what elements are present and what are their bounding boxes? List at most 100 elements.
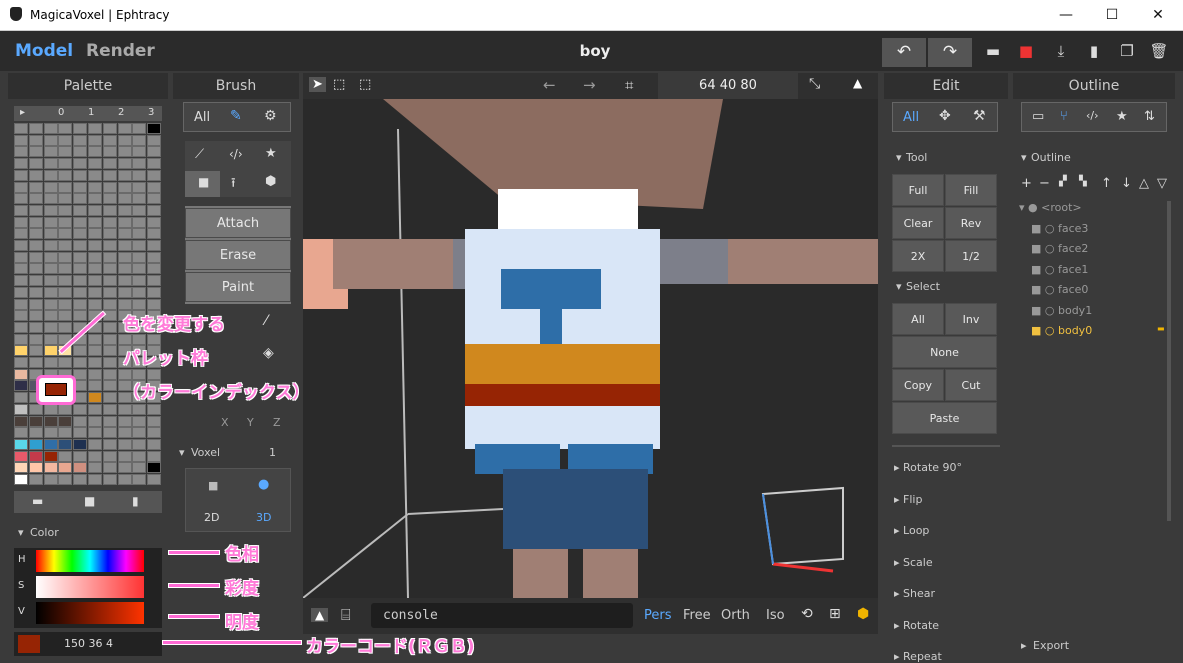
star-brush-icon[interactable]: ★ [265, 146, 277, 161]
palette-cell[interactable] [73, 123, 88, 134]
palette-cell[interactable] [117, 450, 132, 462]
palette-cell[interactable] [14, 357, 28, 368]
palette-cell[interactable] [43, 403, 58, 415]
palette-cell[interactable] [88, 450, 102, 462]
palette-cell[interactable] [147, 263, 162, 275]
palette-cell[interactable] [88, 123, 102, 134]
transform-icon[interactable]: ✥ [939, 108, 951, 124]
palette-cell[interactable] [28, 158, 43, 170]
palette-cell[interactable] [58, 181, 73, 193]
palette-cell[interactable] [88, 368, 102, 380]
value-slider[interactable] [36, 602, 144, 624]
palette-cell[interactable] [28, 321, 43, 333]
palette-cell[interactable] [58, 204, 73, 216]
view-pers[interactable]: Pers [644, 608, 672, 623]
outline-item[interactable]: ■ ○ face3 [1031, 222, 1171, 235]
palette-cell[interactable] [88, 193, 102, 205]
triangle-toggle-icon[interactable]: ▲ [311, 608, 329, 622]
palette-cell[interactable] [14, 251, 28, 263]
palette-cell[interactable] [147, 123, 162, 134]
palette-cell[interactable] [117, 415, 132, 427]
palette-cell[interactable] [88, 427, 102, 439]
line-brush-icon[interactable]: ⟋ [195, 147, 204, 162]
palette-cell[interactable] [88, 333, 102, 345]
palette-cell[interactable] [117, 158, 132, 170]
palette-cell[interactable] [28, 462, 43, 474]
face-brush-icon[interactable]: ⭱ [231, 174, 236, 196]
palette-cell[interactable] [132, 427, 147, 439]
palette-cell[interactable] [43, 263, 58, 275]
palette-cell[interactable] [117, 228, 132, 240]
palette-cell[interactable] [147, 204, 162, 216]
maximize-button[interactable]: ☐ [1089, 0, 1135, 31]
select-all-button[interactable]: All [892, 303, 944, 335]
palette-cell[interactable] [58, 310, 73, 322]
palette-cell[interactable] [43, 204, 58, 216]
palette-cell[interactable] [73, 403, 88, 415]
palette-cell[interactable] [43, 146, 58, 158]
edit-collapsed-item[interactable]: ▸ Flip [894, 493, 922, 506]
collapse-icon[interactable]: ▽ [1157, 176, 1167, 191]
palette-cell[interactable] [88, 251, 102, 263]
palette-tab-1[interactable]: 1 [88, 107, 94, 118]
palette-cell[interactable] [102, 240, 117, 251]
palette-cell[interactable] [43, 228, 58, 240]
palette-cell[interactable] [28, 123, 43, 134]
palette-cell[interactable] [102, 216, 117, 228]
palette-cell[interactable] [73, 146, 88, 158]
voxel-count[interactable]: 1 [269, 446, 276, 459]
palette-cell[interactable] [43, 462, 58, 474]
palette-cell[interactable] [132, 228, 147, 240]
palette-cell[interactable] [58, 438, 73, 450]
palette-cell[interactable] [58, 134, 73, 146]
palette-cell[interactable] [117, 169, 132, 181]
brush-icon[interactable]: ✎ [230, 108, 242, 124]
render-mode-tab[interactable]: Render [86, 41, 155, 61]
palette-cell[interactable] [28, 427, 43, 439]
palette-cell[interactable] [88, 462, 102, 474]
move-down-icon[interactable]: ↓ [1121, 176, 1132, 191]
rev-button[interactable]: Rev [945, 207, 997, 239]
palette-cell[interactable] [28, 333, 43, 345]
move-up-icon[interactable]: ↑ [1101, 176, 1112, 191]
palette-cell[interactable] [88, 298, 102, 310]
palette-cell[interactable] [14, 146, 28, 158]
palette-cell[interactable] [102, 427, 117, 439]
hue-slider[interactable] [36, 550, 144, 572]
palette-cell[interactable] [58, 427, 73, 439]
palette-cell[interactable] [28, 275, 43, 287]
palette-cell[interactable] [147, 134, 162, 146]
palette-cell[interactable] [14, 474, 28, 485]
view-orth[interactable]: Orth [721, 608, 750, 623]
clear-button[interactable]: Clear [892, 207, 944, 239]
camera-icon[interactable]: ⌸ [341, 605, 351, 625]
palette-cell[interactable] [28, 450, 43, 462]
palette-cell[interactable] [28, 251, 43, 263]
saturation-slider[interactable] [36, 576, 144, 598]
palette-cell[interactable] [43, 450, 58, 462]
palette-cell[interactable] [102, 415, 117, 427]
palette-cell[interactable] [102, 169, 117, 181]
palette-cell[interactable] [28, 403, 43, 415]
palette-cell[interactable] [132, 298, 147, 310]
palette-cell[interactable] [73, 474, 88, 485]
palette-cell[interactable] [117, 146, 132, 158]
shrink-icon[interactable]: ⤡ [809, 76, 820, 92]
palette-cell[interactable] [147, 474, 162, 485]
magic-wand-icon[interactable]: ⁄ [265, 313, 267, 329]
palette-cell[interactable] [147, 450, 162, 462]
palette-cell[interactable] [14, 134, 28, 146]
minimize-button[interactable]: — [1043, 0, 1089, 31]
palette-cell[interactable] [73, 158, 88, 170]
palette-cell[interactable] [28, 310, 43, 322]
palette-cell[interactable] [73, 298, 88, 310]
palette-cell[interactable] [43, 158, 58, 170]
select-none-button[interactable]: None [892, 336, 997, 368]
palette-cell[interactable] [58, 146, 73, 158]
palette-cell[interactable] [14, 415, 28, 427]
palette-tab-3[interactable]: 3 [148, 107, 154, 118]
palette-cell[interactable] [117, 216, 132, 228]
select-box-icon[interactable]: ⬚ [333, 77, 345, 92]
palette-cell[interactable] [132, 263, 147, 275]
palette-cell[interactable] [117, 263, 132, 275]
